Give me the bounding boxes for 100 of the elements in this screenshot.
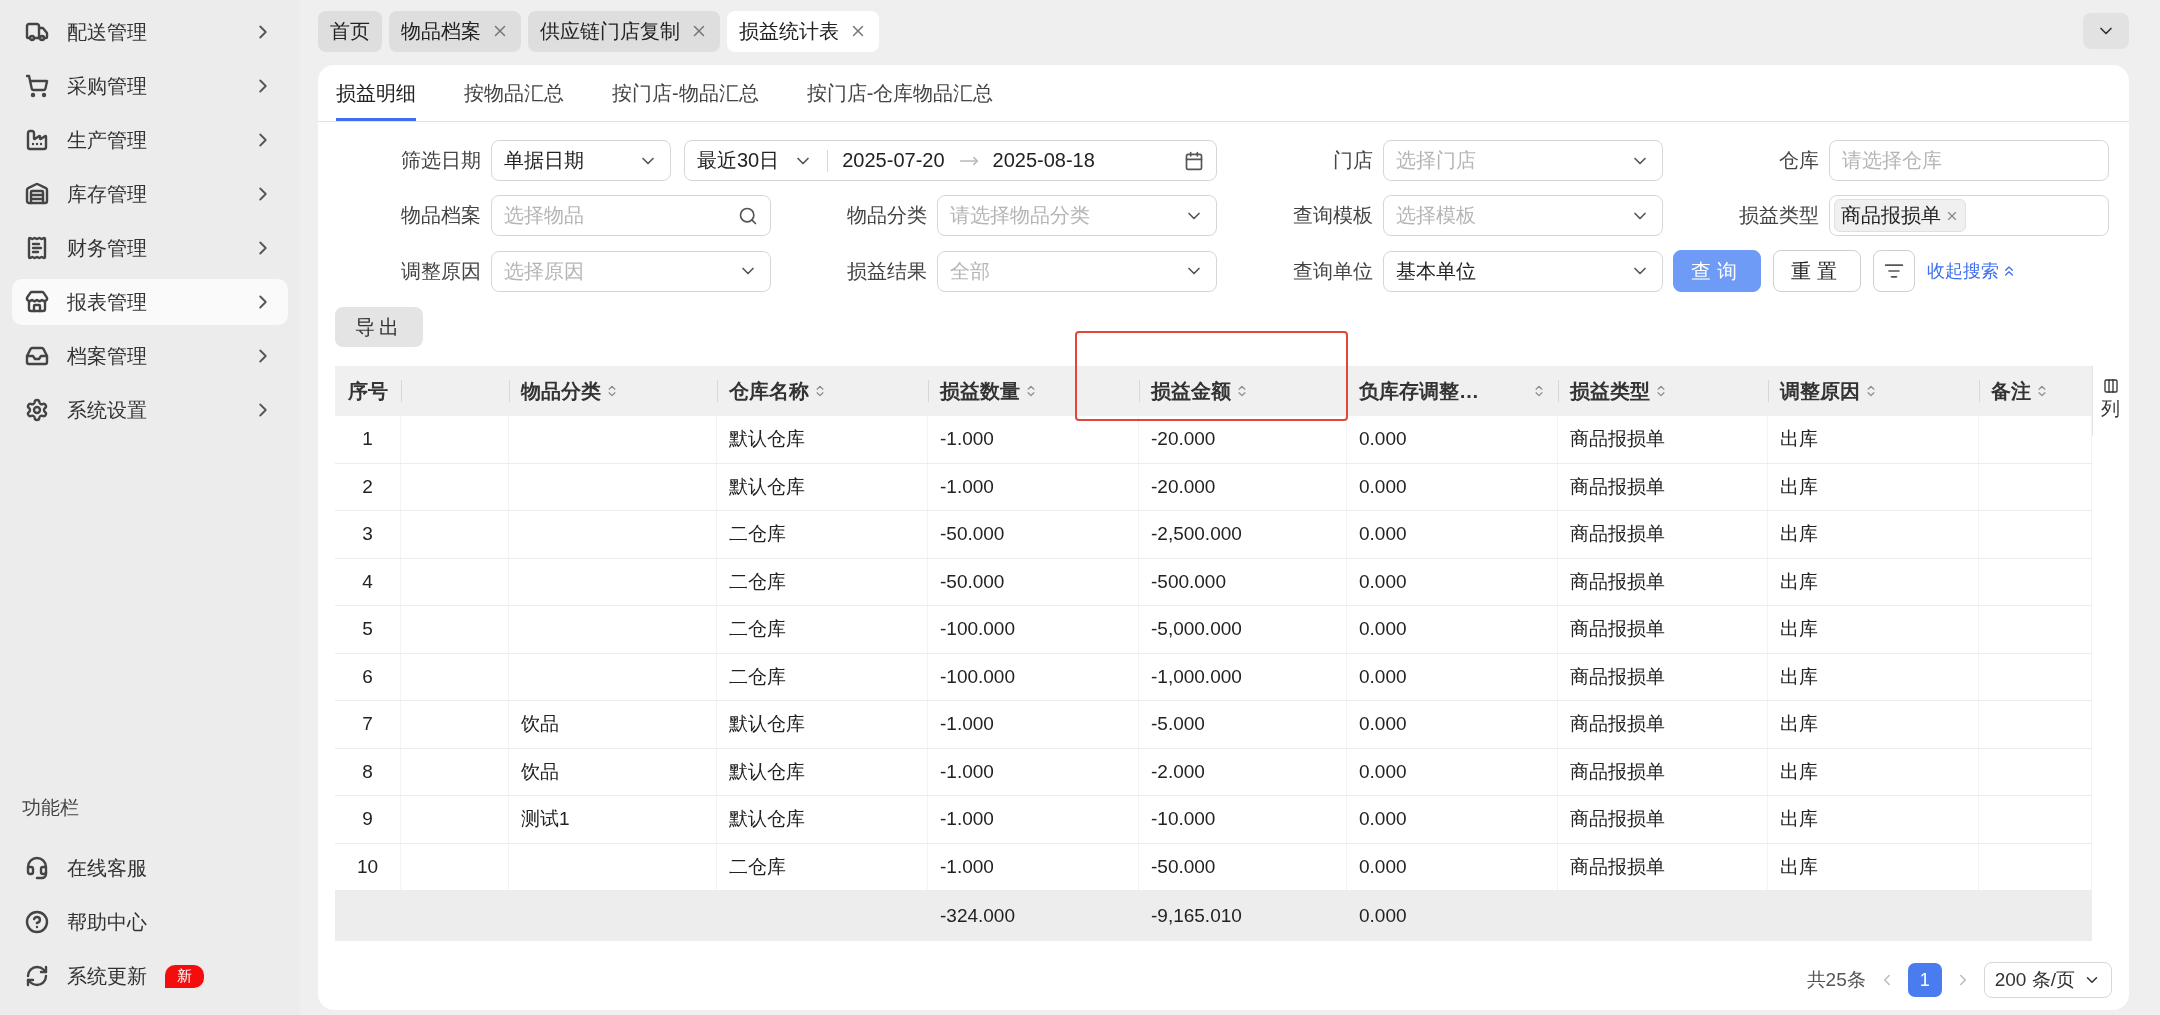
summary-value: 0.000 (1359, 905, 1407, 927)
table-cell: -100.000 (928, 606, 1139, 653)
date-type-select[interactable]: 单据日期 (491, 140, 671, 181)
table-cell: -1,000.000 (1139, 653, 1347, 700)
table-cell: 3 (335, 511, 401, 558)
sidebar-item[interactable]: 财务管理 (12, 225, 288, 271)
table-cell: 二仓库 (717, 606, 928, 653)
column-header[interactable]: 负库存调整… (1347, 366, 1558, 416)
column-header[interactable]: 序号 (335, 366, 401, 416)
date-range-field[interactable]: 最近30日 2025-07-20 2025-08-18 (684, 140, 1217, 181)
filter-label: 损益类型 (1738, 203, 1819, 228)
tool-icon (25, 964, 49, 988)
report-tab[interactable]: 按门店-仓库物品汇总 (806, 65, 994, 121)
table-cell: 9 (335, 796, 401, 843)
table-cell: 0.000 (1347, 653, 1558, 700)
sidebar-item[interactable]: 配送管理 (12, 9, 288, 55)
table-cell: 0.000 (1347, 606, 1558, 653)
sidebar-item[interactable]: 系统设置 (12, 387, 288, 433)
sidebar-item[interactable]: 采购管理 (12, 63, 288, 109)
table-cell: -20.000 (1139, 463, 1347, 510)
table-cell: 二仓库 (717, 511, 928, 558)
table-cell: 商品报损单 (1558, 653, 1768, 700)
table-cell: -5.000 (1139, 701, 1347, 748)
table-cell: 商品报损单 (1558, 463, 1768, 510)
column-header[interactable]: 损益金额 (1139, 366, 1347, 416)
table-cell: -1.000 (928, 748, 1139, 795)
column-header[interactable]: 调整原因 (1768, 366, 1979, 416)
total-count: 共25条 (1806, 968, 1866, 992)
tool-icon (25, 856, 49, 880)
table-cell: -100.000 (928, 653, 1139, 700)
table-cell: -50.000 (1139, 843, 1347, 890)
table-cell: 8 (335, 748, 401, 795)
sidebar-item[interactable]: 库存管理 (12, 171, 288, 217)
sidebar-tool-item[interactable]: 在线客服 (12, 841, 288, 895)
table-cell: 商品报损单 (1558, 511, 1768, 558)
column-header[interactable]: 损益类型 (1558, 366, 1768, 416)
sidebar-tool-item[interactable]: 系统更新 新 (12, 949, 288, 1003)
report-tab[interactable]: 按门店-物品汇总 (612, 65, 759, 121)
sidebar-item[interactable]: 生产管理 (12, 117, 288, 163)
filter-label: 物品分类 (846, 203, 927, 228)
table-cell: 商品报损单 (1558, 558, 1768, 605)
table-cell: -1.000 (928, 416, 1139, 463)
table-cell: 默认仓库 (717, 748, 928, 795)
export-button[interactable]: 导出 (335, 307, 423, 347)
page-tab[interactable]: 损益统计表 (727, 10, 879, 52)
menu-item-icon (25, 290, 49, 314)
reset-button[interactable]: 重置 (1773, 250, 1861, 292)
table-cell: 出库 (1768, 653, 1979, 700)
select-field[interactable]: 基本单位 (1383, 250, 1663, 292)
calendar-icon (1184, 150, 1204, 171)
table-cell: 0.000 (1347, 748, 1558, 795)
report-tab[interactable]: 损益明细 (336, 65, 416, 121)
column-header[interactable]: 物品分类 (509, 366, 717, 416)
column-header[interactable]: 备注 (1979, 366, 2092, 416)
table-cell: 默认仓库 (717, 463, 928, 510)
page-size-select[interactable]: 200 条/页 (1983, 962, 2112, 998)
report-tab[interactable]: 按物品汇总 (464, 65, 564, 121)
table-cell: 0.000 (1347, 558, 1558, 605)
table-cell: -1.000 (928, 463, 1139, 510)
sidebar-tool-item[interactable]: 帮助中心 (12, 895, 288, 949)
table-cell: 商品报损单 (1558, 748, 1768, 795)
filter-settings-button[interactable] (1873, 250, 1915, 292)
sidebar-item[interactable]: 报表管理 (12, 279, 288, 325)
table-cell: 6 (335, 653, 401, 700)
page-tab[interactable]: 供应链门店复制 (528, 10, 720, 52)
table-cell: 1 (335, 416, 401, 463)
table-cell: -20.000 (1139, 416, 1347, 463)
table-cell: -1.000 (928, 701, 1139, 748)
column-header[interactable]: 仓库名称 (717, 366, 928, 416)
table-cell: 5 (335, 606, 401, 653)
table-cell: 饮品 (509, 701, 717, 748)
table-cell: -10.000 (1139, 796, 1347, 843)
table-cell: 0.000 (1347, 796, 1558, 843)
menu-item-icon (25, 20, 49, 44)
table-cell: 2 (335, 463, 401, 510)
collapse-search-link[interactable]: 收起搜索 (1927, 259, 2017, 283)
table-cell: 商品报损单 (1558, 701, 1768, 748)
page-button[interactable]: 1 (1907, 963, 1942, 997)
page-tab[interactable]: 首页 (318, 10, 382, 52)
menu-item-icon (25, 74, 49, 98)
search-icon (738, 205, 758, 226)
table-cell: 默认仓库 (717, 796, 928, 843)
table-cell: -1.000 (928, 796, 1139, 843)
tool-icon (25, 910, 49, 934)
tag-select-field[interactable]: 商品报损单 (1829, 195, 2109, 236)
table-cell: -50.000 (928, 558, 1139, 605)
table-cell: 出库 (1768, 843, 1979, 890)
filter-label: 物品档案 (400, 203, 481, 228)
sidebar-item[interactable]: 档案管理 (12, 333, 288, 379)
column-header[interactable]: 损益数量 (928, 366, 1139, 416)
table-cell: 商品报损单 (1558, 416, 1768, 463)
table-cell: 商品报损单 (1558, 843, 1768, 890)
table-cell: 0.000 (1347, 701, 1558, 748)
tabs-dropdown-button[interactable] (2083, 13, 2129, 49)
page-tab[interactable]: 物品档案 (389, 10, 521, 52)
summary-value: -9,165.010 (1151, 905, 1242, 927)
table-cell: 出库 (1768, 606, 1979, 653)
table-cell: 0.000 (1347, 843, 1558, 890)
table-cell: 二仓库 (717, 843, 928, 890)
table-cell: 出库 (1768, 748, 1979, 795)
